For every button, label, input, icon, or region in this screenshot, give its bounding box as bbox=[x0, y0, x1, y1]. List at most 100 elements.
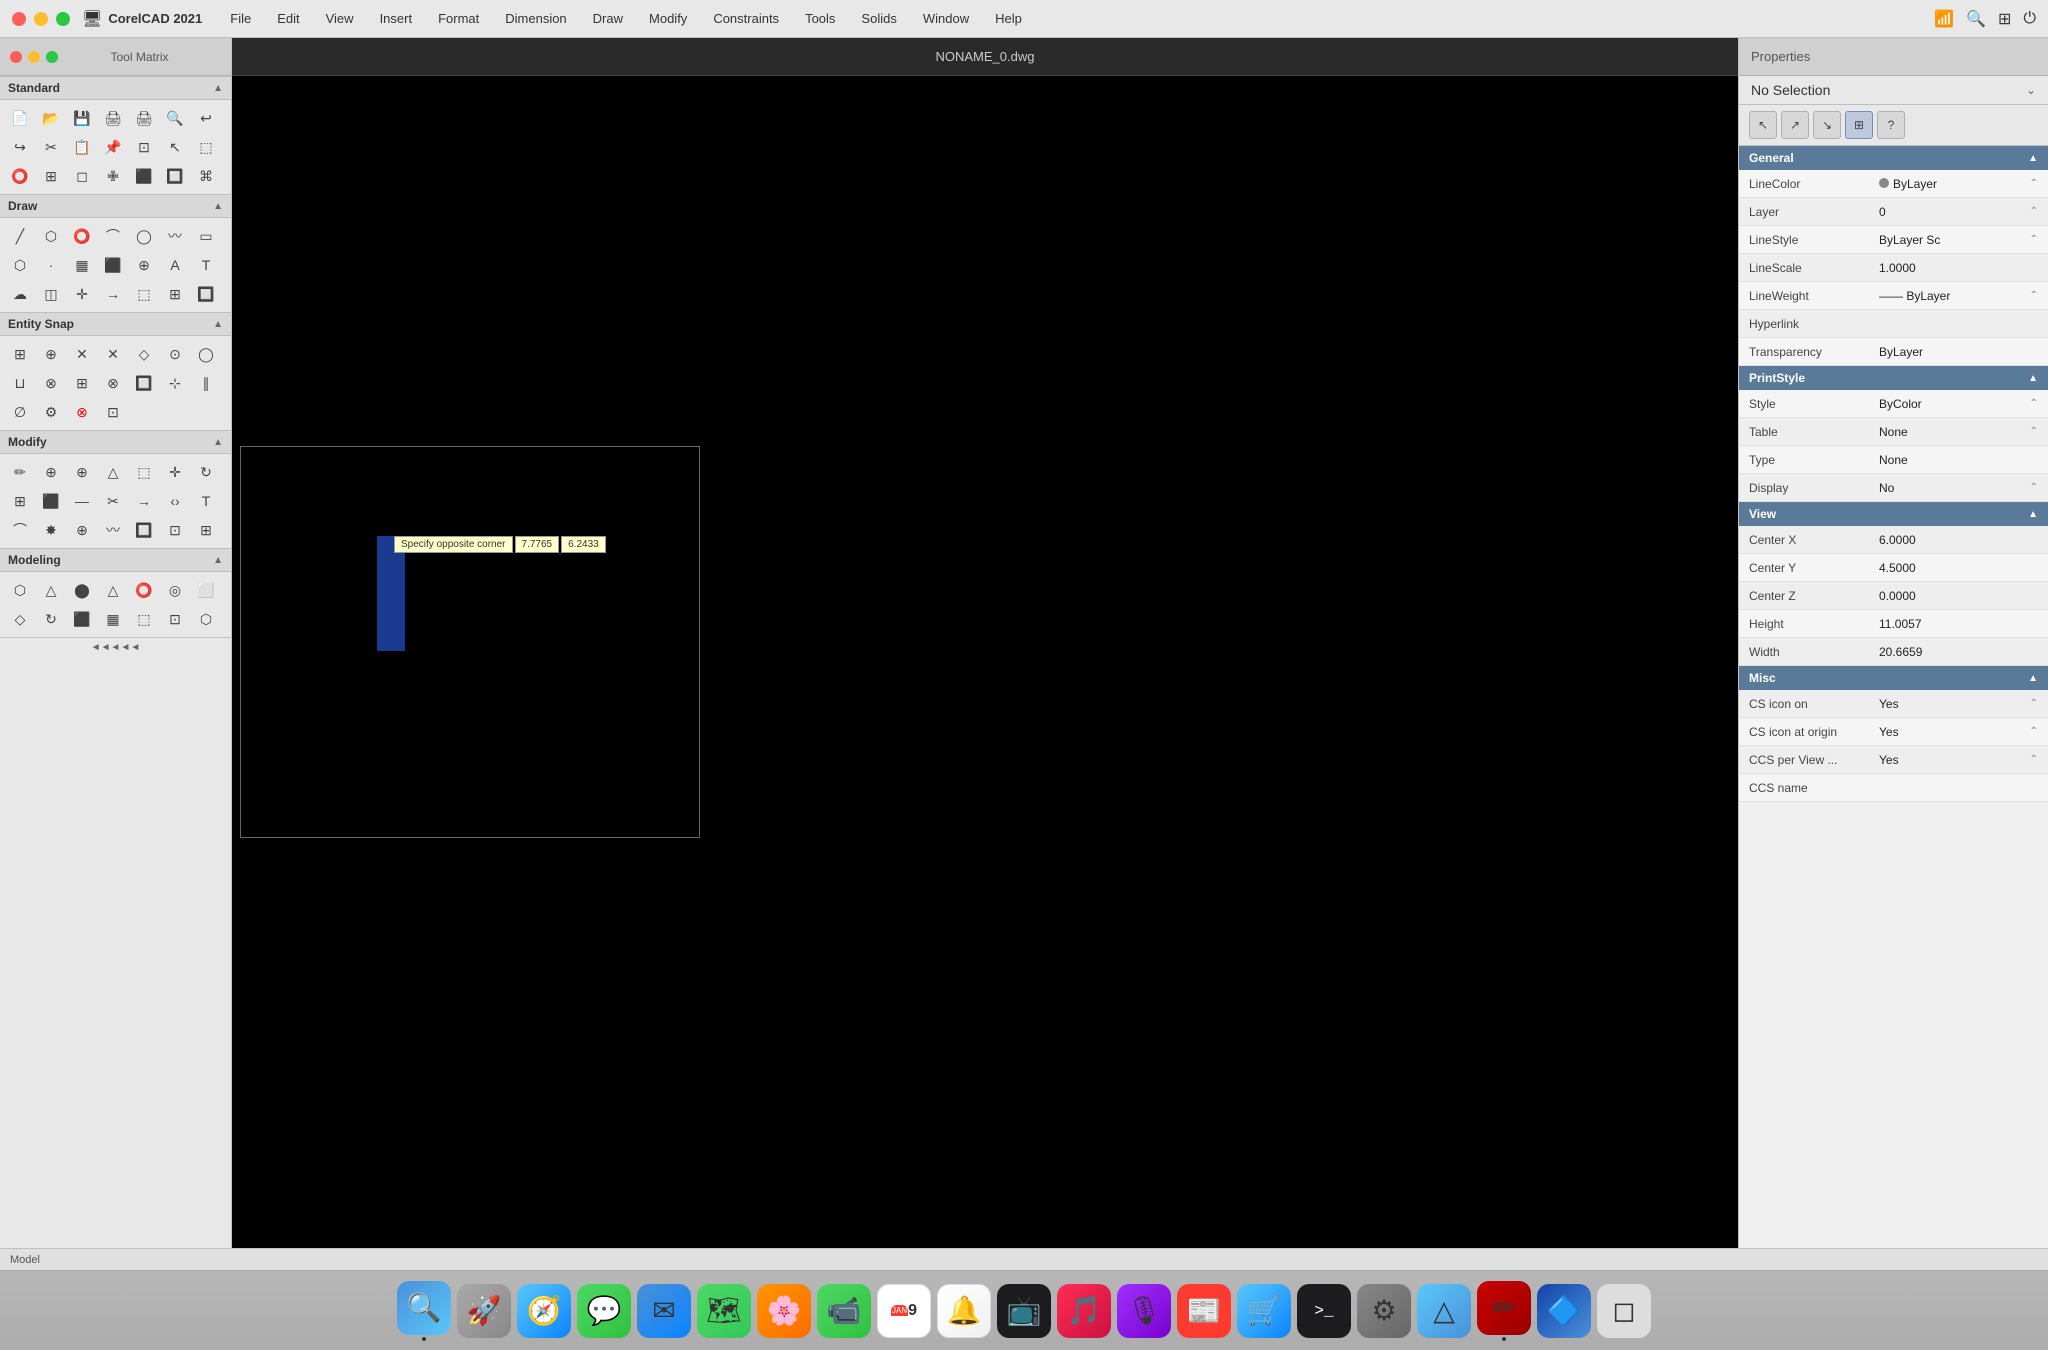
prop-value-display[interactable]: No ⌃ bbox=[1879, 481, 2038, 495]
snap-endpoint[interactable]: ⊞ bbox=[6, 340, 34, 368]
tool-polygon[interactable]: ⬡ bbox=[6, 251, 34, 279]
mod3d-torus[interactable]: ◎ bbox=[161, 576, 189, 604]
dock-corelcad[interactable]: ✏ bbox=[1477, 1281, 1531, 1341]
tool-region[interactable]: ⬚ bbox=[130, 280, 158, 308]
tool-layers[interactable]: ⬛ bbox=[130, 162, 158, 190]
tool-circle[interactable]: ⭕ bbox=[68, 222, 96, 250]
panel-min[interactable] bbox=[28, 51, 40, 63]
prop-section-misc[interactable]: Misc ▲ bbox=[1739, 666, 2048, 690]
prop-section-printstyle[interactable]: PrintStyle ▲ bbox=[1739, 366, 2048, 390]
snap-grid[interactable]: ⊡ bbox=[99, 398, 127, 426]
tool-rect[interactable]: ▭ bbox=[192, 222, 220, 250]
dock-terminal[interactable]: >_ bbox=[1297, 1284, 1351, 1338]
dock-finder2[interactable]: 🔷 bbox=[1537, 1284, 1591, 1338]
mod-break[interactable]: ‹› bbox=[161, 487, 189, 515]
dock-facetime[interactable]: 📹 bbox=[817, 1284, 871, 1338]
mod3d-sweep[interactable]: ⬛ bbox=[68, 605, 96, 633]
section-standard[interactable]: Standard ▲ bbox=[0, 76, 231, 100]
prop-value-linestyle[interactable]: ByLayer Sc ⌃ bbox=[1879, 233, 2038, 247]
style-dropdown[interactable]: ⌃ bbox=[2030, 398, 2038, 409]
snap-midpoint[interactable]: ⊕ bbox=[37, 340, 65, 368]
tool-cut[interactable]: ✂ bbox=[37, 133, 65, 161]
dock-calendar[interactable]: JAN 9 bbox=[877, 1284, 931, 1338]
prop-value-csicon-origin[interactable]: Yes ⌃ bbox=[1879, 725, 2038, 739]
layer-dropdown[interactable]: ⌃ bbox=[2030, 206, 2038, 217]
search-icon[interactable]: 🔍 bbox=[1966, 9, 1986, 29]
mod-lengthen[interactable]: — bbox=[68, 487, 96, 515]
mod-mirror[interactable]: ⊕ bbox=[68, 458, 96, 486]
tool-insert[interactable]: ⊕ bbox=[130, 251, 158, 279]
prop-value-table[interactable]: None ⌃ bbox=[1879, 425, 2038, 439]
lineweight-dropdown[interactable]: ⌃ bbox=[2030, 290, 2038, 301]
tool-zoom-pan[interactable]: ✙ bbox=[99, 162, 127, 190]
tool-new[interactable]: 📄 bbox=[6, 104, 34, 132]
control-center-icon[interactable]: ⊞ bbox=[1998, 9, 2011, 29]
snap-red[interactable]: ⊗ bbox=[68, 398, 96, 426]
mod3d-extrude[interactable]: ⬜ bbox=[192, 576, 220, 604]
menu-format[interactable]: Format bbox=[434, 9, 483, 28]
dock-mail[interactable]: ✉ bbox=[637, 1284, 691, 1338]
prop-value-csicon[interactable]: Yes ⌃ bbox=[1879, 697, 2038, 711]
mod-array[interactable]: ⬚ bbox=[130, 458, 158, 486]
tool-redo[interactable]: ↪ bbox=[6, 133, 34, 161]
dock-unknown[interactable]: ◻ bbox=[1597, 1284, 1651, 1338]
prop-tool-help[interactable]: ? bbox=[1877, 111, 1905, 139]
tool-field[interactable]: 🔲 bbox=[192, 280, 220, 308]
tool-pline[interactable]: ⬡ bbox=[37, 222, 65, 250]
tool-undo[interactable]: ↩ bbox=[192, 104, 220, 132]
prop-value-style[interactable]: ByColor ⌃ bbox=[1879, 397, 2038, 411]
dock-sysprefs[interactable]: ⚙ bbox=[1357, 1284, 1411, 1338]
dock-news[interactable]: 📰 bbox=[1177, 1284, 1231, 1338]
mod3d-revolve[interactable]: ↻ bbox=[37, 605, 65, 633]
menu-constraints[interactable]: Constraints bbox=[709, 9, 783, 28]
tool-hatch[interactable]: ▦ bbox=[68, 251, 96, 279]
menu-edit[interactable]: Edit bbox=[273, 9, 303, 28]
minimize-button[interactable] bbox=[34, 12, 48, 26]
dock-messages[interactable]: 💬 bbox=[577, 1284, 631, 1338]
mod-explode[interactable]: ✸ bbox=[37, 516, 65, 544]
tool-select2[interactable]: ⬚ bbox=[192, 133, 220, 161]
menu-solids[interactable]: Solids bbox=[857, 9, 900, 28]
snap-center[interactable]: ⊙ bbox=[161, 340, 189, 368]
tool-print2[interactable]: 🖨 bbox=[130, 104, 158, 132]
menu-modify[interactable]: Modify bbox=[645, 9, 691, 28]
tool-save[interactable]: 💾 bbox=[68, 104, 96, 132]
snap-settings[interactable]: ⚙ bbox=[37, 398, 65, 426]
table-dropdown[interactable]: ⌃ bbox=[2030, 426, 2038, 437]
dock-finder[interactable]: 🔍 bbox=[397, 1281, 451, 1341]
maximize-button[interactable] bbox=[56, 12, 70, 26]
prop-tool-grid[interactable]: ⊞ bbox=[1845, 111, 1873, 139]
mod3d-cylinder[interactable]: ⬤ bbox=[68, 576, 96, 604]
snap-perp[interactable]: ⊔ bbox=[6, 369, 34, 397]
section-draw[interactable]: Draw ▲ bbox=[0, 194, 231, 218]
snap-appint[interactable]: ◇ bbox=[130, 340, 158, 368]
tool-cmd[interactable]: ⌘ bbox=[192, 162, 220, 190]
menu-help[interactable]: Help bbox=[991, 9, 1026, 28]
mod3d-nurbs[interactable]: ⊡ bbox=[161, 605, 189, 633]
prop-value-lineweight[interactable]: —— ByLayer ⌃ bbox=[1879, 289, 2038, 303]
mod-pedit[interactable]: ⊕ bbox=[68, 516, 96, 544]
panel-close[interactable] bbox=[10, 51, 22, 63]
power-icon[interactable]: ⏻ bbox=[2023, 10, 2036, 28]
dock-appletv[interactable]: 📺 bbox=[997, 1284, 1051, 1338]
mod-align[interactable]: ⊡ bbox=[161, 516, 189, 544]
mod-rotate[interactable]: ↻ bbox=[192, 458, 220, 486]
ccs-view-dropdown[interactable]: ⌃ bbox=[2030, 754, 2038, 765]
tool-ray[interactable]: → bbox=[99, 280, 127, 308]
tool-properties[interactable]: 🔲 bbox=[161, 162, 189, 190]
dock-altserver[interactable]: △ bbox=[1417, 1284, 1471, 1338]
snap-insert[interactable]: ⊗ bbox=[99, 369, 127, 397]
menu-insert[interactable]: Insert bbox=[376, 9, 417, 28]
dock-podcasts[interactable]: 🎙 bbox=[1117, 1284, 1171, 1338]
mod-trim[interactable]: ✂ bbox=[99, 487, 127, 515]
properties-selection[interactable]: No Selection ⌄ bbox=[1739, 76, 2048, 105]
section-modeling[interactable]: Modeling ▲ bbox=[0, 548, 231, 572]
dock-maps[interactable]: 🗺 bbox=[697, 1284, 751, 1338]
prop-section-view[interactable]: View ▲ bbox=[1739, 502, 2048, 526]
snap-para[interactable]: ∥ bbox=[192, 369, 220, 397]
mod-chamfer[interactable]: T bbox=[192, 487, 220, 515]
close-button[interactable] bbox=[12, 12, 26, 26]
tool-ellipse[interactable]: ◯ bbox=[130, 222, 158, 250]
mod-move[interactable]: ✛ bbox=[161, 458, 189, 486]
tool-copy[interactable]: 📋 bbox=[68, 133, 96, 161]
